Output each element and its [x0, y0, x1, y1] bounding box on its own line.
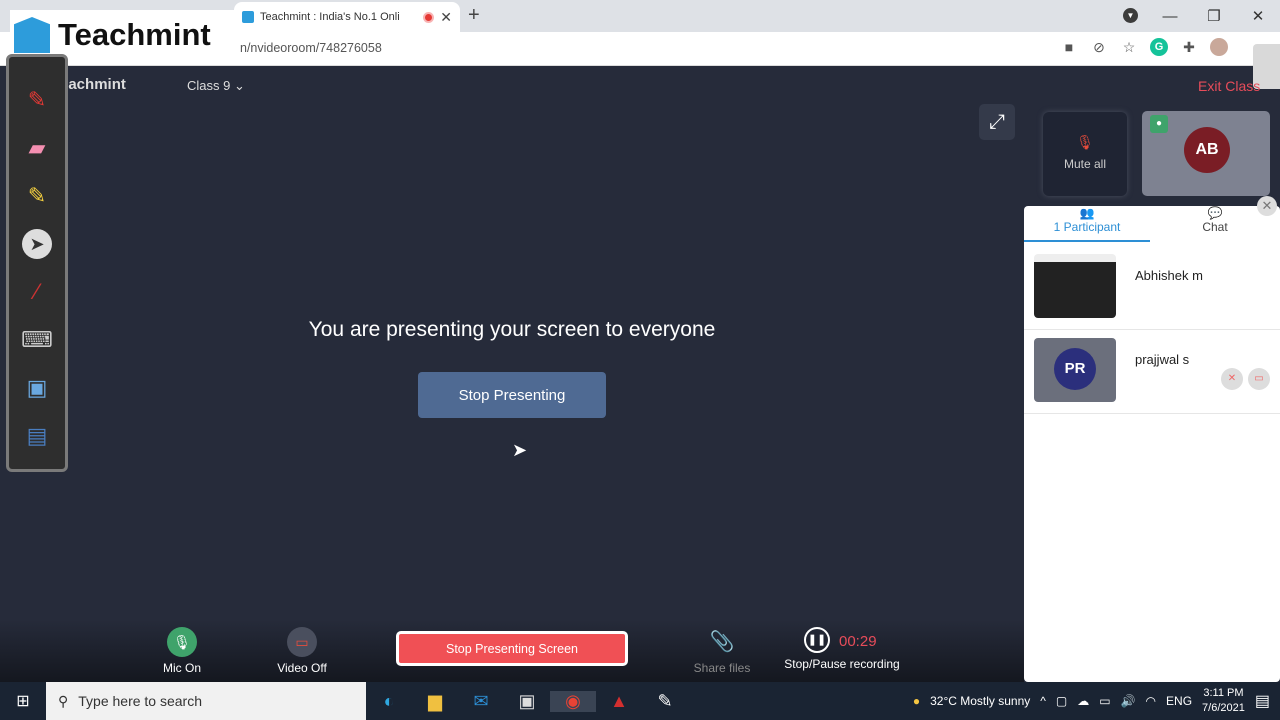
pen-icon[interactable]: ✎	[22, 85, 52, 115]
grammarly-icon[interactable]: G	[1150, 38, 1168, 56]
screen-share-thumbnail	[1034, 254, 1116, 318]
camera-icon[interactable]: ■	[1060, 38, 1078, 56]
mic-label: Mic On	[162, 661, 201, 675]
participants-tab-label: 1 Participant	[1053, 220, 1121, 234]
teachmint-logo-icon	[14, 17, 50, 53]
class-selector[interactable]: Class 9 ⌄	[187, 78, 245, 94]
video-off-icon: ▭	[287, 627, 317, 657]
eraser-icon[interactable]: ▰	[22, 133, 52, 163]
url-field[interactable]: n/nvideoroom/748276058	[240, 41, 382, 55]
pause-icon: ❚❚	[804, 627, 830, 653]
participants-panel: 👥 1 Participant 💬 Chat Abhishek m PR pra…	[1024, 206, 1280, 682]
whiteboard-app-icon[interactable]: ✎	[642, 691, 688, 712]
wifi-icon[interactable]: ◠	[1146, 694, 1156, 708]
self-video-tile: ● AB	[1142, 111, 1270, 196]
windows-start-icon[interactable]: ⊞	[0, 691, 46, 711]
app-brand: eachmint	[60, 76, 126, 93]
mic-off-icon: 🎙	[1076, 134, 1094, 150]
mouse-cursor-icon: ➤	[512, 440, 528, 460]
screen-switch-icon[interactable]: ▤	[22, 421, 52, 451]
meet-now-icon[interactable]: ▢	[1056, 694, 1067, 708]
eye-off-icon[interactable]: ⊘	[1090, 38, 1108, 56]
paperclip-icon: 📎	[709, 631, 735, 653]
video-button[interactable]: ▭ Video Off	[272, 627, 332, 675]
screen-capture-icon[interactable]: ▣	[22, 373, 52, 403]
share-files-label: Share files	[693, 661, 751, 675]
participant-name: prajjwal s	[1135, 352, 1190, 367]
language-indicator[interactable]: ENG	[1166, 694, 1192, 708]
browser-toolbar: ■ ⊘ ☆ G ✚	[1060, 38, 1228, 56]
search-placeholder: Type here to search	[78, 693, 203, 709]
battery-icon[interactable]: ▭	[1099, 694, 1110, 708]
highlighter-icon[interactable]: ✎	[22, 181, 52, 211]
close-window-button[interactable]: ✕	[1236, 7, 1280, 25]
tab-participants[interactable]: 👥 1 Participant	[1024, 206, 1150, 242]
mute-all-button[interactable]: 🎙 Mute all	[1043, 112, 1127, 196]
restore-button[interactable]: ❐	[1192, 7, 1236, 25]
star-icon[interactable]: ☆	[1120, 38, 1138, 56]
volume-icon[interactable]: 🔊	[1121, 694, 1136, 708]
file-explorer-icon[interactable]: ▆	[412, 691, 458, 712]
laser-icon[interactable]: ⁄	[22, 277, 52, 307]
people-icon: 👥	[1079, 206, 1095, 220]
weather-icon: ●	[912, 694, 921, 708]
whiteboard-toolbar: ✎ ▰ ✎ ➤ ⁄ ⌨ ▣ ▤	[6, 54, 68, 472]
recording-indicator-icon	[423, 11, 435, 23]
mic-off-icon[interactable]: ✕	[1221, 368, 1243, 390]
teachmint-watermark: Teachmint	[10, 10, 238, 60]
windows-taskbar: ⊞ ⚲ Type here to search ◐ ▆ ✉ ▣ ◉ ▲ ✎ ● …	[0, 682, 1280, 720]
presenting-message: You are presenting your screen to everyo…	[308, 318, 716, 341]
close-tab-icon[interactable]: ✕	[440, 9, 452, 26]
class-label: Class 9	[187, 78, 231, 93]
video-off-icon[interactable]: ▭	[1248, 368, 1270, 390]
participant-thumbnail: PR	[1034, 338, 1116, 402]
recording-label: Stop/Pause recording	[784, 657, 900, 671]
window-controls: — ❐ ✕	[1148, 0, 1280, 32]
participant-row: Abhishek m	[1024, 248, 1280, 330]
mic-button[interactable]: 🎙 Mic On	[158, 627, 206, 675]
exit-class-button[interactable]: Exit Class	[1198, 78, 1260, 94]
clock-date: 7/6/2021	[1202, 702, 1245, 714]
stop-presenting-screen-button[interactable]: Stop Presenting Screen	[396, 631, 628, 666]
participant-avatar: PR	[1054, 348, 1096, 390]
weather-text[interactable]: 32°C Mostly sunny	[930, 694, 1030, 708]
taskbar-search[interactable]: ⚲ Type here to search	[46, 682, 366, 720]
tab-search-icon[interactable]: ▼	[1123, 8, 1138, 23]
participant-name: Abhishek m	[1135, 268, 1203, 283]
minimize-button[interactable]: —	[1148, 8, 1192, 25]
chevron-up-icon[interactable]: ^	[1040, 694, 1046, 708]
browser-tab[interactable]: Teachmint : India's No.1 Onli ✕	[234, 2, 460, 32]
mic-icon: 🎙	[167, 627, 197, 657]
fullscreen-button[interactable]: ⤢	[979, 104, 1015, 140]
onedrive-icon[interactable]: ☁	[1077, 694, 1089, 708]
edge-icon[interactable]: ◐	[366, 691, 412, 712]
tab-title: Teachmint : India's No.1 Onli	[260, 11, 400, 23]
clock-time: 3:11 PM	[1203, 687, 1244, 699]
mic-on-icon: ●	[1150, 115, 1168, 133]
clock[interactable]: 3:11 PM 7/6/2021	[1202, 686, 1245, 716]
search-icon: ⚲	[58, 692, 69, 709]
notifications-icon[interactable]: ▤	[1255, 691, 1270, 711]
pointer-icon[interactable]: ➤	[22, 229, 52, 259]
system-tray: ● 32°C Mostly sunny ^ ▢ ☁ ▭ 🔊 ◠ ENG 3:11…	[913, 686, 1280, 716]
chat-tab-label: Chat	[1202, 220, 1228, 234]
stop-presenting-button[interactable]: Stop Presenting	[418, 372, 606, 418]
watermark-text: Teachmint	[58, 17, 211, 52]
recording-timer: 00:29	[839, 633, 877, 650]
extensions-icon[interactable]: ✚	[1180, 38, 1198, 56]
chrome-icon[interactable]: ◉	[550, 690, 596, 712]
mail-icon[interactable]: ✉	[458, 691, 504, 712]
acrobat-icon[interactable]: ▲	[596, 691, 642, 712]
share-files-button[interactable]: 📎 Share files	[690, 627, 754, 675]
new-tab-button[interactable]: +	[468, 4, 480, 27]
store-icon[interactable]: ▣	[504, 691, 550, 712]
teachmint-favicon	[242, 11, 254, 23]
close-panel-button[interactable]: ✕	[1257, 196, 1277, 216]
participant-row: PR prajjwal s ✕ ▭	[1024, 332, 1280, 414]
self-avatar: AB	[1184, 127, 1230, 173]
mute-all-label: Mute all	[1063, 157, 1107, 171]
profile-avatar[interactable]	[1210, 38, 1228, 56]
video-label: Video Off	[277, 661, 327, 675]
chevron-down-icon: ⌄	[233, 78, 245, 93]
